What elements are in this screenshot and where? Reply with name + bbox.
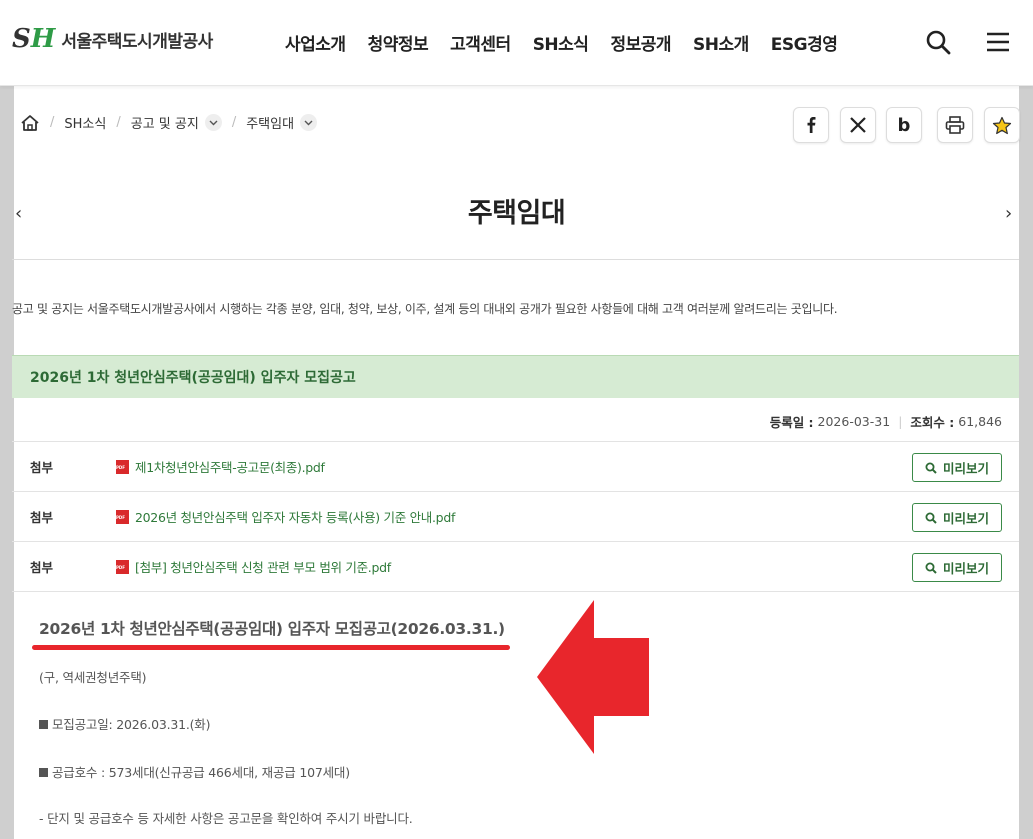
square-bullet-icon <box>39 720 48 729</box>
chevron-down-icon[interactable] <box>204 114 222 131</box>
view-count: 61,846 <box>958 414 1002 429</box>
background-right <box>1019 0 1033 839</box>
body-supply-count: 공급호수 : 573세대(신규공급 466세대, 재공급 107세대) <box>39 762 350 781</box>
notice-meta: 등록일 : 2026-03-31 | 조회수 : 61,846 <box>769 414 1002 430</box>
pdf-icon <box>116 559 129 574</box>
nav-item-customer-center[interactable]: 고객센터 <box>450 30 511 55</box>
reg-date-label: 등록일 : <box>769 415 814 430</box>
facebook-icon <box>807 117 816 133</box>
highlight-underline <box>32 645 510 650</box>
nav-item-info-disclosure[interactable]: 정보공개 <box>610 30 671 55</box>
nav-item-sh-news[interactable]: SH소식 <box>533 30 589 55</box>
reg-date: 2026-03-31 <box>817 414 891 429</box>
breadcrumb-item-rental[interactable]: 주택임대 <box>246 113 294 132</box>
breadcrumb: / SH소식 / 공고 및 공지 / 주택임대 <box>20 113 318 132</box>
preview-button[interactable]: 미리보기 <box>912 503 1002 532</box>
chevron-down-icon[interactable] <box>300 114 318 131</box>
preview-button[interactable]: 미리보기 <box>912 453 1002 482</box>
x-share-button[interactable] <box>840 107 876 143</box>
attachment-label: 첨부 <box>30 460 54 475</box>
blog-share-button[interactable]: b <box>886 107 922 143</box>
annotation-arrow-icon <box>537 600 649 754</box>
attachment-label: 첨부 <box>30 510 54 525</box>
next-page-icon[interactable]: › <box>1005 203 1012 224</box>
home-icon[interactable] <box>20 114 40 132</box>
logo-mark: SH <box>12 24 56 54</box>
site-logo[interactable]: SH 서울주택도시개발공사 <box>12 26 213 52</box>
body-title: 2026년 1차 청년안심주택(공공임대) 입주자 모집공고(2026.03.3… <box>39 620 505 638</box>
attachment-file-link[interactable]: 2026년 청년안심주택 입주자 자동차 등록(사용) 기준 안내.pdf <box>135 507 455 526</box>
nav-item-esg[interactable]: ESG경영 <box>771 30 838 55</box>
body-note: - 단지 및 공급호수 등 자세한 사항은 공고문을 확인하여 주시기 바랍니다… <box>39 811 413 826</box>
search-icon <box>925 512 937 524</box>
hamburger-menu-icon[interactable] <box>984 28 1012 56</box>
attachment-row: 첨부 제1차청년안심주택-공고문(최종).pdf 미리보기 <box>12 441 1019 491</box>
pdf-icon <box>116 459 129 474</box>
facebook-share-button[interactable] <box>793 107 829 143</box>
site-header: SH 서울주택도시개발공사 사업소개 청약정보 고객센터 SH소식 정보공개 S… <box>0 0 1033 86</box>
preview-button[interactable]: 미리보기 <box>912 553 1002 582</box>
breadcrumb-item-sh-news[interactable]: SH소식 <box>64 113 106 132</box>
notice-title: 2026년 1차 청년안심주택(공공임대) 입주자 모집공고 <box>12 355 1019 398</box>
attachments-divider <box>12 591 1019 592</box>
logo-text: 서울주택도시개발공사 <box>61 31 213 52</box>
attachment-label: 첨부 <box>30 560 54 575</box>
nav-item-business[interactable]: 사업소개 <box>285 30 346 55</box>
page-title: 주택임대 <box>467 198 566 229</box>
square-bullet-icon <box>39 768 48 777</box>
background-left <box>0 0 14 839</box>
star-icon <box>992 116 1012 134</box>
attachment-row: 첨부 [첨부] 청년안심주택 신청 관련 부모 범위 기준.pdf 미리보기 <box>12 541 1019 591</box>
nav-item-subscription[interactable]: 청약정보 <box>368 30 429 55</box>
search-icon <box>925 462 937 474</box>
main-nav: 사업소개 청약정보 고객센터 SH소식 정보공개 SH소개 ESG경영 <box>285 30 859 55</box>
body-announce-date: 모집공고일: 2026.03.31.(화) <box>39 714 210 733</box>
search-icon[interactable] <box>924 28 952 56</box>
print-button[interactable] <box>937 107 973 143</box>
nav-item-sh-about[interactable]: SH소개 <box>693 30 749 55</box>
title-divider <box>12 259 1019 260</box>
views-label: 조회수 : <box>910 415 955 430</box>
attachment-file-link[interactable]: [첨부] 청년안심주택 신청 관련 부모 범위 기준.pdf <box>135 557 391 576</box>
attachment-row: 첨부 2026년 청년안심주택 입주자 자동차 등록(사용) 기준 안내.pdf… <box>12 491 1019 541</box>
favorite-button[interactable] <box>984 107 1020 143</box>
print-icon <box>945 116 965 134</box>
x-icon <box>850 117 866 133</box>
attachment-file-link[interactable]: 제1차청년안심주택-공고문(최종).pdf <box>135 457 325 476</box>
pdf-icon <box>116 509 129 524</box>
page-intro: 공고 및 공지는 서울주택도시개발공사에서 시행하는 각종 분양, 임대, 청약… <box>12 302 838 316</box>
blog-icon: b <box>897 114 911 136</box>
body-subtitle: (구, 역세권청년주택) <box>39 670 147 685</box>
search-icon <box>925 562 937 574</box>
breadcrumb-item-notices[interactable]: 공고 및 공지 <box>131 113 199 132</box>
